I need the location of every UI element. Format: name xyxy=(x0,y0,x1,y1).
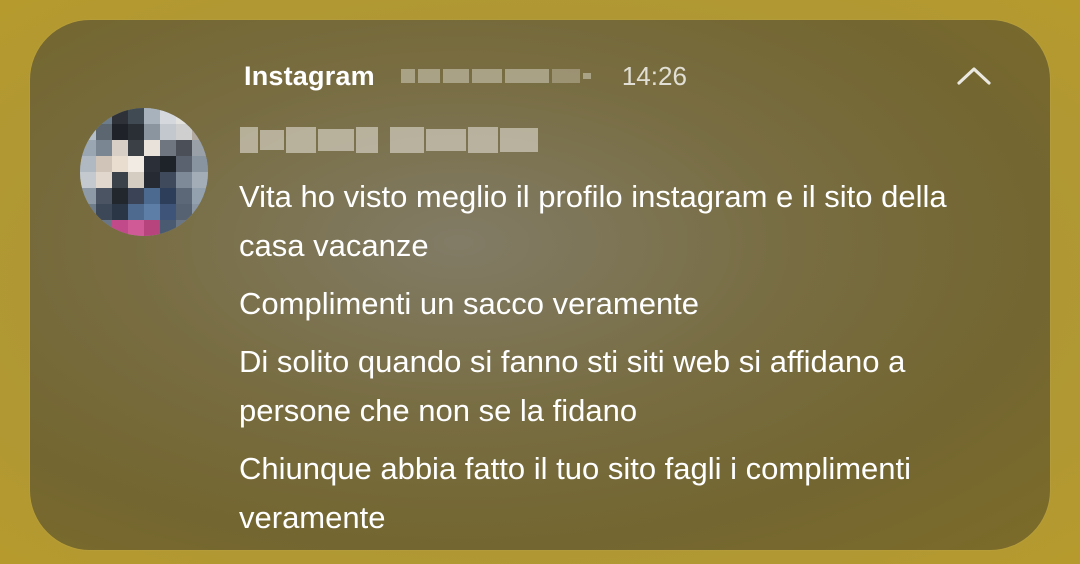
notification-time: 14:26 xyxy=(621,60,687,91)
message-text: Di solito quando si fanno sti siti web s… xyxy=(239,344,906,428)
notification-card[interactable]: Instagram 14:26 Vita ho visto meglio il … xyxy=(30,20,1050,550)
account-name-redacted xyxy=(400,68,594,84)
sender-name-redacted xyxy=(240,124,540,156)
collapse-button[interactable] xyxy=(954,58,994,92)
message-text: Complimenti un sacco veramente xyxy=(239,286,700,321)
avatar-pixelated xyxy=(80,108,208,236)
message-list: Vita ho visto meglio il profilo instagra… xyxy=(239,172,999,550)
avatar xyxy=(80,108,208,236)
chevron-up-icon xyxy=(957,67,991,85)
message-text: Chiunque abbia fatto il tuo sito fagli i… xyxy=(239,451,912,535)
message-text: Vita ho visto meglio il profilo instagra… xyxy=(239,179,947,263)
notification-header: Instagram 14:26 xyxy=(244,56,687,96)
app-name: Instagram xyxy=(244,60,375,91)
